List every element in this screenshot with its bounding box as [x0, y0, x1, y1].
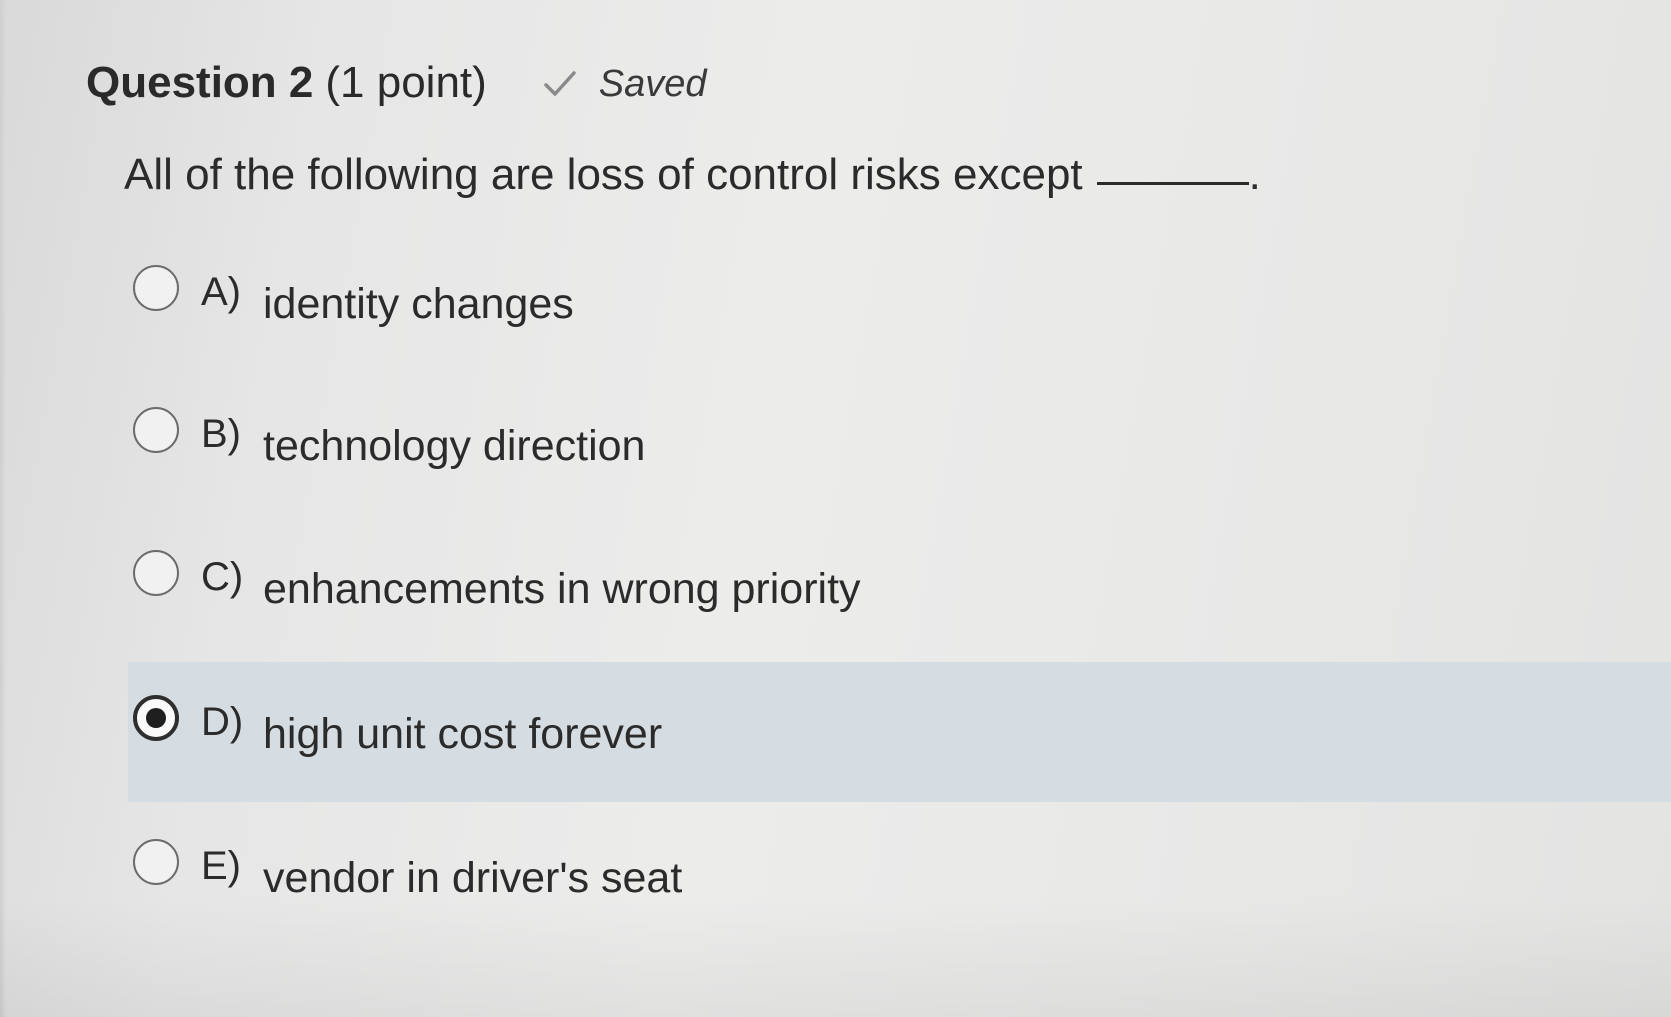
option-letter: C)	[201, 554, 244, 599]
radio-button-b[interactable]	[133, 407, 179, 453]
option-letter: B)	[201, 411, 241, 456]
option-letter: A)	[201, 269, 241, 314]
option-label: vendor in driver's seat	[263, 853, 683, 902]
option-letter: D)	[201, 699, 244, 744]
radio-button-e[interactable]	[133, 839, 179, 885]
option-b[interactable]: B) technology direction	[128, 374, 645, 514]
option-c[interactable]: C) enhancements in wrong priority	[128, 517, 861, 657]
radio-button-d-selected[interactable]	[133, 695, 179, 741]
option-label: high unit cost forever	[263, 709, 663, 758]
option-letter: E)	[201, 843, 241, 888]
option-label: technology direction	[263, 421, 646, 470]
radio-button-a[interactable]	[133, 265, 179, 311]
radio-button-c[interactable]	[133, 550, 179, 596]
option-d[interactable]: D) high unit cost forever	[128, 662, 1671, 802]
option-e[interactable]: E) vendor in driver's seat	[128, 806, 682, 946]
option-label: identity changes	[263, 279, 574, 328]
option-a[interactable]: A) identity changes	[128, 232, 574, 372]
answer-options: A) identity changes B) technology direct…	[0, 0, 1671, 1017]
option-label: enhancements in wrong priority	[263, 564, 861, 613]
radio-selected-dot	[146, 708, 166, 728]
